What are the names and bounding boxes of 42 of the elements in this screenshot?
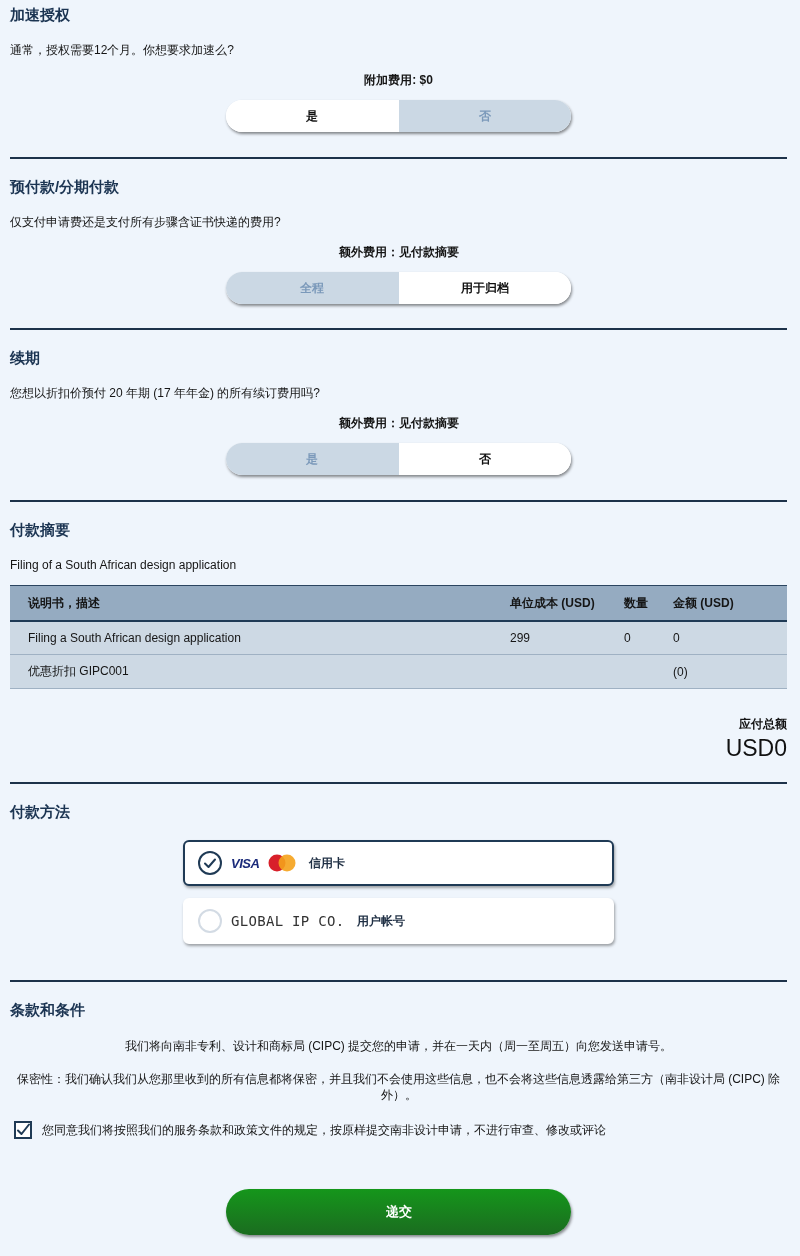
table-cell-text: 优惠折扣 GIPC001 [27, 663, 130, 680]
total-amount: USD0 [725, 735, 787, 761]
radio-checked-icon[interactable] [198, 851, 222, 875]
question-text: 通常，授权需要12个月。你想要求加速么? [10, 42, 236, 58]
segment-button[interactable]: 用于归档 [398, 272, 571, 304]
payment-option-label: 用户帐号 [357, 912, 406, 930]
payment-option-label: 信用卡 [309, 854, 346, 872]
section-title: 加速授权 [10, 5, 71, 25]
table-cell-text: 299 [510, 630, 532, 647]
company-logo-text: GLOBAL IP CO. [231, 913, 345, 929]
terms-paragraph: 我们将向南非专利、设计和商标局 (CIPC) 提交您的申请，并在一天内（周一至周五）向您发送申请号。 [123, 1038, 674, 1054]
section-title: 预付款/分期付款 [10, 177, 121, 197]
segment-button[interactable]: 是 [226, 100, 399, 132]
submit-button[interactable]: 递交 [226, 1189, 571, 1235]
agreement-text: 您同意我们将按照我们的服务条款和政策文件的规定，按原样提交南非设计申请，不进行审查、修改或评论 [42, 1122, 606, 1138]
column-header: 金额 (USD) [673, 594, 735, 612]
checkbox-checked-icon[interactable] [14, 1121, 32, 1139]
section-title: 付款摘要 [10, 520, 71, 540]
section-title: 续期 [10, 348, 41, 368]
table-cell-text: 0 [673, 630, 681, 647]
description-text: Filing of a South African design application [10, 557, 238, 573]
overlapping-circles-icon [268, 854, 297, 872]
table-cell-text: Filing a South African design application [27, 630, 242, 647]
section-title: 条款和条件 [10, 1000, 86, 1020]
fee-text: 额外费用：见付款摘要 [338, 415, 459, 431]
column-header: 单位成本 (USD) [510, 594, 596, 612]
segment-button[interactable]: 否 [398, 443, 571, 475]
terms-paragraph: 保密性：我们确认我们从您那里收到的所有信息都将保密，并且我们不会使用这些信息，也不会将这些信息透露给第三方（南非设计局 (CIPC) 除外）。 [15, 1071, 782, 1103]
radio-unchecked-icon[interactable] [198, 909, 222, 933]
question-text: 仅支付申请费还是支付所有步骤含证书快递的费用? [10, 214, 282, 230]
column-header: 数量 [624, 594, 649, 612]
column-header: 说明书，描述 [27, 594, 101, 612]
total-label: 应付总额 [739, 717, 787, 731]
card-brand-text: VISA [231, 855, 260, 871]
fee-text: 额外费用：见付款摘要 [338, 244, 459, 260]
payment-option[interactable]: GLOBAL IP CO. 用户帐号 [183, 898, 614, 944]
fee-text: 附加费用: $0 [364, 72, 433, 88]
table-cell-text: 0 [624, 630, 632, 647]
table-cell-text: (0) [673, 663, 689, 681]
payment-option[interactable]: VISA 信用卡 [183, 840, 614, 886]
section-title: 付款方法 [10, 802, 71, 822]
question-text: 您想以折扣价预付 20 年期 (17 年年金) 的所有续订费用吗? [10, 385, 322, 401]
